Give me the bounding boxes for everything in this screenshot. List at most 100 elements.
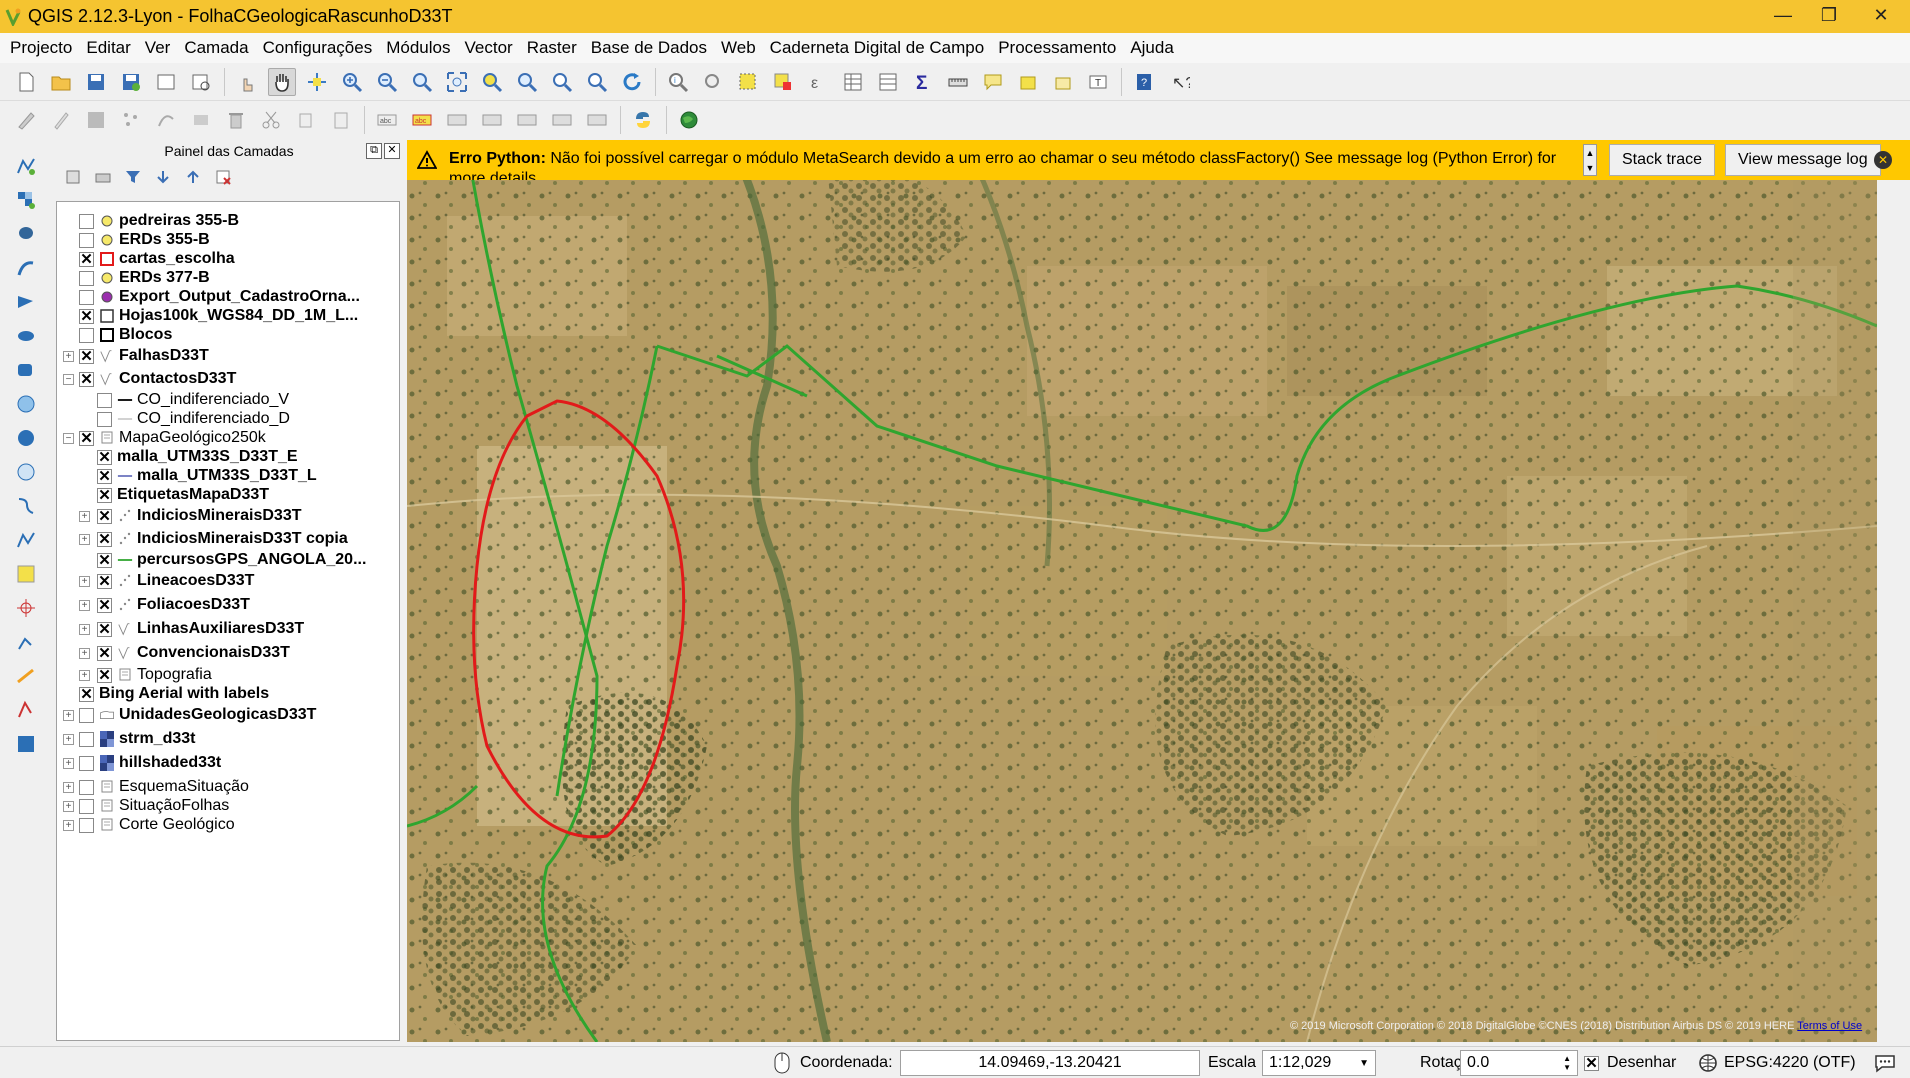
menu-ver[interactable]: Ver (138, 38, 178, 58)
layer-visibility-checkbox[interactable] (97, 598, 112, 613)
layer-visibility-checkbox[interactable] (97, 488, 112, 503)
layer-item[interactable]: cartas_escolha (57, 250, 399, 269)
measure-button[interactable] (944, 68, 972, 96)
layer-visibility-checkbox[interactable] (97, 532, 112, 547)
toggle-editing-button[interactable] (47, 106, 75, 134)
layer-item[interactable]: + FalhasD33T (57, 347, 399, 366)
layer-item[interactable]: − MapaGeológico250k (57, 429, 399, 448)
map-canvas[interactable] (407, 146, 1877, 1042)
layer-item[interactable]: Hojas100k_WGS84_DD_1M_L... (57, 307, 399, 326)
expand-toggle[interactable]: + (63, 758, 74, 769)
layer-item[interactable]: + Corte Geológico (57, 816, 399, 835)
add-raster-layer-button[interactable] (12, 186, 40, 214)
rotate-label-button[interactable] (548, 106, 576, 134)
layer-visibility-checkbox[interactable] (97, 412, 112, 427)
expand-toggle[interactable]: + (63, 734, 74, 745)
layer-item[interactable]: pedreiras 355-B (57, 212, 399, 231)
add-db2-layer-button[interactable] (12, 356, 40, 384)
delete-selected-button[interactable] (222, 106, 250, 134)
layer-visibility-checkbox[interactable] (79, 708, 94, 723)
layer-item[interactable]: + FoliacoesD33T (57, 596, 399, 615)
label-highlight-button[interactable]: abc (408, 106, 436, 134)
menu-web[interactable]: Web (714, 38, 763, 58)
add-wms-layer-button[interactable] (12, 390, 40, 418)
statistics-button[interactable] (874, 68, 902, 96)
layer-visibility-checkbox[interactable] (97, 553, 112, 568)
change-label-button[interactable] (583, 106, 611, 134)
layer-item[interactable]: + EsquemaSituação (57, 778, 399, 797)
python-console-button[interactable] (629, 106, 657, 134)
remove-layer-icon[interactable] (214, 168, 232, 186)
filter-legend-icon[interactable] (124, 168, 142, 186)
expand-toggle[interactable]: + (79, 600, 90, 611)
layer-visibility-checkbox[interactable] (97, 509, 112, 524)
add-group-icon[interactable] (94, 168, 112, 186)
zoom-actual-size-button[interactable] (408, 68, 436, 96)
touch-zoom-button[interactable] (233, 68, 261, 96)
layer-visibility-checkbox[interactable] (97, 668, 112, 683)
pin-labels-button[interactable] (443, 106, 471, 134)
new-shapefile-button[interactable] (12, 526, 40, 554)
layer-item[interactable]: + UnidadesGeologicasD33T (57, 706, 399, 725)
zoom-full-button[interactable] (443, 68, 471, 96)
expand-toggle[interactable]: − (63, 433, 74, 444)
crs-button[interactable]: EPSG:4220 (OTF) (1698, 1050, 1856, 1076)
map-tips-button[interactable] (979, 68, 1007, 96)
add-oracle-layer-button[interactable] (12, 322, 40, 350)
pan-to-selection-button[interactable] (303, 68, 331, 96)
layer-visibility-checkbox[interactable] (79, 431, 94, 446)
layer-item[interactable]: + strm_d33t (57, 730, 399, 749)
layer-visibility-checkbox[interactable] (79, 233, 94, 248)
expand-toggle[interactable]: + (79, 511, 90, 522)
expand-toggle[interactable]: + (63, 782, 74, 793)
new-project-button[interactable] (12, 68, 40, 96)
composer-manager-button[interactable] (187, 68, 215, 96)
cut-features-button[interactable] (257, 106, 285, 134)
new-bookmark-button[interactable] (1014, 68, 1042, 96)
layer-item[interactable]: + ConvencionaisD33T (57, 644, 399, 663)
zoom-next-button[interactable] (583, 68, 611, 96)
open-attribute-table-button[interactable] (839, 68, 867, 96)
add-virtual-layer-button[interactable] (12, 560, 40, 588)
layer-visibility-checkbox[interactable] (79, 252, 94, 267)
zoom-to-selection-button[interactable] (478, 68, 506, 96)
layer-visibility-checkbox[interactable] (97, 393, 112, 408)
expand-all-icon[interactable] (154, 168, 172, 186)
expand-toggle[interactable]: − (63, 374, 74, 385)
layer-visibility-checkbox[interactable] (79, 309, 94, 324)
select-features-button[interactable] (734, 68, 762, 96)
style-manager-icon[interactable] (64, 168, 82, 186)
whats-this-button[interactable]: ↖? (1165, 68, 1193, 96)
layer-visibility-checkbox[interactable] (79, 756, 94, 771)
layer-item[interactable]: + hillshaded33t (57, 754, 399, 773)
move-label-button[interactable] (513, 106, 541, 134)
menu-vector[interactable]: Vector (457, 38, 519, 58)
view-message-log-button[interactable]: View message log (1725, 144, 1881, 176)
zoom-out-button[interactable] (373, 68, 401, 96)
layer-item[interactable]: malla_UTM33S_D33T_L (57, 467, 399, 486)
layer-item[interactable]: + LineacoesD33T (57, 572, 399, 591)
map-tile-button[interactable] (12, 730, 40, 758)
move-feature-button[interactable] (152, 106, 180, 134)
coordinate-field[interactable]: 14.09469,-13.20421 (900, 1050, 1200, 1076)
add-spatialite-layer-button[interactable] (12, 254, 40, 282)
close-window-button[interactable]: ✕ (1852, 0, 1910, 30)
layer-visibility-checkbox[interactable] (97, 469, 112, 484)
render-checkbox[interactable] (1584, 1055, 1599, 1071)
menu-caderneta-digital[interactable]: Caderneta Digital de Campo (763, 38, 992, 58)
add-vector-from-text-button[interactable] (12, 696, 40, 724)
layer-visibility-checkbox[interactable] (79, 799, 94, 814)
layer-visibility-checkbox[interactable] (79, 328, 94, 343)
layer-item[interactable]: ERDs 355-B (57, 231, 399, 250)
layer-visibility-checkbox[interactable] (97, 574, 112, 589)
collapse-all-icon[interactable] (184, 168, 202, 186)
add-postgis-layer-button[interactable] (12, 220, 40, 248)
menu-processamento[interactable]: Processamento (991, 38, 1123, 58)
show-bookmarks-button[interactable] (1049, 68, 1077, 96)
expand-toggle[interactable]: + (79, 624, 90, 635)
message-scroll[interactable]: ▲ ▼ (1583, 144, 1597, 176)
layer-visibility-checkbox[interactable] (79, 290, 94, 305)
expand-toggle[interactable]: + (63, 820, 74, 831)
expand-toggle[interactable]: + (63, 801, 74, 812)
layer-item[interactable]: Export_Output_CadastroOrna... (57, 288, 399, 307)
